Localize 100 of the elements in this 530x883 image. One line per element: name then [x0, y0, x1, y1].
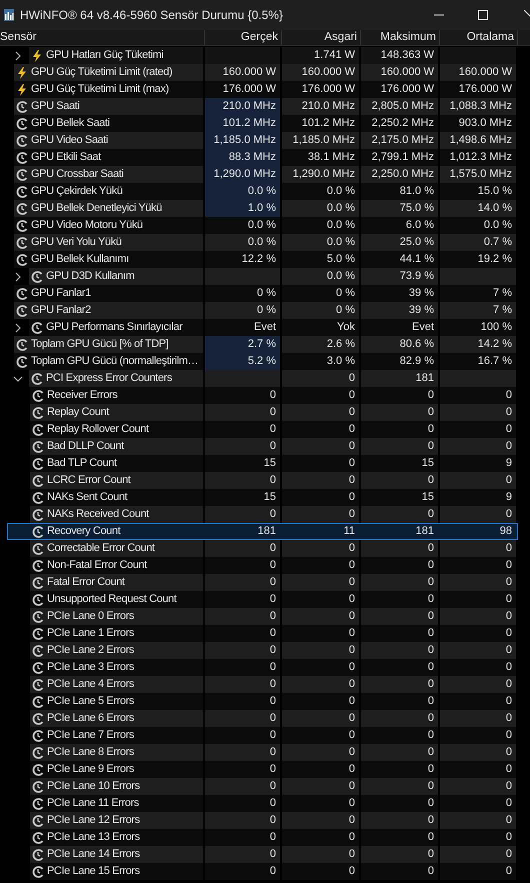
- column-header[interactable]: Gerçek: [240, 28, 278, 46]
- value-cell-text: 0: [348, 541, 355, 556]
- clock-icon: [32, 780, 44, 792]
- sensor-row[interactable]: GPU Güç Tüketimi Limit (max) 176.000 W 176.000 W 176.000 W 176.000 W: [0, 81, 518, 98]
- sensor-row[interactable]: PCIe Lane 11 Errors 0 0 0 0: [0, 795, 518, 812]
- value-cell-text: 0: [270, 439, 276, 454]
- value-cell-text: 7 %: [493, 303, 512, 318]
- value-cell-text: 2.7 %: [248, 337, 276, 352]
- value-cell-text: 0: [270, 864, 276, 879]
- clock-icon: [32, 866, 44, 878]
- value-cell-text: 0: [270, 711, 276, 726]
- sensor-row[interactable]: GPU Bellek Saati 101.2 MHz 101.2 MHz 2,250.2 MHz 903.0 MHz: [0, 115, 518, 132]
- value-cell-text: 0: [270, 779, 276, 794]
- value-cell-text: 38.1 MHz: [308, 150, 355, 165]
- expand-chevron-icon[interactable]: [13, 50, 23, 60]
- sensor-row[interactable]: PCIe Lane 2 Errors 0 0 0 0: [0, 642, 518, 659]
- sensor-row[interactable]: GPU Fanlar1 0 % 0 % 39 % 7 %: [0, 285, 518, 302]
- sensor-row[interactable]: Replay Rollover Count 0 0 0 0: [0, 421, 518, 438]
- clock-icon: [16, 168, 28, 180]
- sensor-name: PCI Express Error Counters: [46, 371, 172, 386]
- maximize-icon[interactable]: [478, 10, 488, 20]
- sensor-row[interactable]: PCI Express Error Counters 0 181: [0, 370, 518, 387]
- sensor-row[interactable]: PCIe Lane 9 Errors 0 0 0 0: [0, 761, 518, 778]
- sensor-name: PCIe Lane 14 Errors: [47, 847, 140, 862]
- lightning-icon: [16, 84, 28, 96]
- clock-icon: [16, 338, 28, 350]
- sensor-row[interactable]: PCIe Lane 3 Errors 0 0 0 0: [0, 659, 518, 676]
- value-cell-text: 98: [500, 524, 512, 539]
- expand-chevron-icon[interactable]: [13, 322, 23, 332]
- sensor-row[interactable]: Fatal Error Count 0 0 0 0: [0, 574, 518, 591]
- sensor-row[interactable]: GPU Hatları Güç Tüketimi 1.741 W 148.363 W: [0, 47, 518, 64]
- clock-icon: [32, 492, 44, 504]
- sensor-row[interactable]: PCIe Lane 12 Errors 0 0 0 0: [0, 812, 518, 829]
- value-cell-text: 210.0 MHz: [302, 99, 355, 114]
- sensor-row[interactable]: GPU Etkili Saat 88.3 MHz 38.1 MHz 2,799.1 MHz 1,012.3 MHz: [0, 149, 518, 166]
- value-cell-text: 160.000 W: [222, 65, 276, 80]
- sensor-row[interactable]: Toplam GPU Gücü (normalleştirilm… 5.2 % 3.0 % 82.9 % 16.7 %: [0, 353, 518, 370]
- column-header[interactable]: Asgari: [324, 28, 357, 46]
- sensor-row[interactable]: GPU D3D Kullanım 0.0 % 73.9 %: [0, 268, 518, 285]
- sensor-row[interactable]: PCIe Lane 13 Errors 0 0 0 0: [0, 829, 518, 846]
- sensor-row[interactable]: Replay Count 0 0 0 0: [0, 404, 518, 421]
- sensor-row[interactable]: GPU Fanlar2 0 % 0 % 39 % 7 %: [0, 302, 518, 319]
- sensor-row[interactable]: LCRC Error Count 0 0 0 0: [0, 472, 518, 489]
- value-cell-text: 0: [428, 473, 434, 488]
- value-cell-text: 0: [506, 388, 512, 403]
- column-header[interactable]: Ortalama: [466, 28, 514, 46]
- clock-icon: [32, 474, 44, 486]
- sensor-row[interactable]: Toplam GPU Gücü [% of TDP] 2.7 % 2.6 % 80.6 % 14.2 %: [0, 336, 518, 353]
- value-cell-text: 0: [348, 490, 355, 505]
- clock-icon: [32, 458, 44, 470]
- sensor-row[interactable]: GPU Güç Tüketimi Limit (rated) 160.000 W 160.000 W 160.000 W 160.000 W: [0, 64, 518, 81]
- sensor-row[interactable]: GPU Crossbar Saati 1,290.0 MHz 1,290.0 MHz 2,250.0 MHz 1,575.0 MHz: [0, 166, 518, 183]
- sensor-row[interactable]: PCIe Lane 14 Errors 0 0 0 0: [0, 846, 518, 863]
- sensor-row[interactable]: Non-Fatal Error Count 0 0 0 0: [0, 557, 518, 574]
- sensor-row[interactable]: GPU Video Saati 1,185.0 MHz 1,185.0 MHz 2,175.0 MHz 1,498.6 MHz: [0, 132, 518, 149]
- value-cell-text: 2,799.1 MHz: [372, 150, 434, 165]
- sensor-row[interactable]: PCIe Lane 15 Errors 0 0 0 0: [0, 863, 518, 880]
- sensor-row[interactable]: Bad TLP Count 15 0 15 9: [0, 455, 518, 472]
- sensor-row[interactable]: NAKs Received Count 0 0 0 0: [0, 506, 518, 523]
- sensor-row[interactable]: PCIe Lane 6 Errors 0 0 0 0: [0, 710, 518, 727]
- sensor-row[interactable]: PCIe Lane 1 Errors 0 0 0 0: [0, 625, 518, 642]
- column-header[interactable]: Maksimum: [380, 28, 436, 46]
- sensor-row[interactable]: GPU Saati 210.0 MHz 210.0 MHz 2,805.0 MHz 1,088.3 MHz: [0, 98, 518, 115]
- value-cell-text: 0.0 %: [248, 235, 276, 250]
- sensor-row[interactable]: NAKs Sent Count 15 0 15 9: [0, 489, 518, 506]
- value-cell-text: 0: [270, 677, 276, 692]
- column-header[interactable]: Sensör: [0, 28, 36, 46]
- expand-chevron-icon[interactable]: [13, 272, 23, 282]
- value-cell-text: 0: [428, 660, 434, 675]
- sensor-name: PCIe Lane 11 Errors: [47, 796, 139, 811]
- sensor-row[interactable]: Receiver Errors 0 0 0 0: [0, 387, 518, 404]
- sensor-row[interactable]: PCIe Lane 7 Errors 0 0 0 0: [0, 727, 518, 744]
- value-cell-text: 176.000 W: [222, 82, 276, 97]
- sensor-name: GPU Bellek Saati: [31, 116, 110, 131]
- sensor-row[interactable]: GPU Çekirdek Yükü 0.0 % 0.0 % 81.0 % 15.0 %: [0, 183, 518, 200]
- sensor-row[interactable]: Unsupported Request Count 0 0 0 0: [0, 591, 518, 608]
- value-cell-text: 100 %: [480, 320, 512, 335]
- collapse-chevron-icon[interactable]: [13, 374, 23, 384]
- sensor-row[interactable]: Correctable Error Count 0 0 0 0: [0, 540, 518, 557]
- sensor-row[interactable]: PCIe Lane 8 Errors 0 0 0 0: [0, 744, 518, 761]
- sensor-row[interactable]: PCIe Lane 0 Errors 0 0 0 0: [0, 608, 518, 625]
- value-cell-text: 1,575.0 MHz: [450, 167, 512, 182]
- clock-icon: [16, 304, 28, 316]
- sensor-row[interactable]: GPU Video Motoru Yükü 0.0 % 0.0 % 6.0 % 0.0 %: [0, 217, 518, 234]
- sensor-row[interactable]: Bad DLLP Count 0 0 0 0: [0, 438, 518, 455]
- value-cell-text: 0: [506, 779, 512, 794]
- sensor-row[interactable]: Recovery Count 181 11 181 98: [7, 523, 518, 540]
- sensor-row[interactable]: PCIe Lane 10 Errors 0 0 0 0: [0, 778, 518, 795]
- sensor-row[interactable]: GPU Bellek Kullanımı 12.2 % 5.0 % 44.1 % 19.2 %: [0, 251, 518, 268]
- sensor-row[interactable]: GPU Bellek Denetleyici Yükü 1.0 % 0.0 % 75.0 % 14.0 %: [0, 200, 518, 217]
- value-cell-text: 903.0 MHz: [458, 116, 512, 131]
- sensor-row[interactable]: GPU Veri Yolu Yükü 0.0 % 0.0 % 25.0 % 0.7 %: [0, 234, 518, 251]
- value-cell-text: 0: [270, 422, 276, 437]
- clock-icon: [32, 730, 44, 742]
- sensor-name: PCIe Lane 8 Errors: [47, 745, 134, 760]
- clock-icon: [32, 644, 44, 656]
- value-cell-text: 0: [348, 456, 355, 471]
- sensor-row[interactable]: PCIe Lane 4 Errors 0 0 0 0: [0, 676, 518, 693]
- sensor-row[interactable]: PCIe Lane 5 Errors 0 0 0 0: [0, 693, 518, 710]
- sensor-row[interactable]: GPU Performans Sınırlayıcılar Evet Yok Evet 100 %: [0, 319, 518, 336]
